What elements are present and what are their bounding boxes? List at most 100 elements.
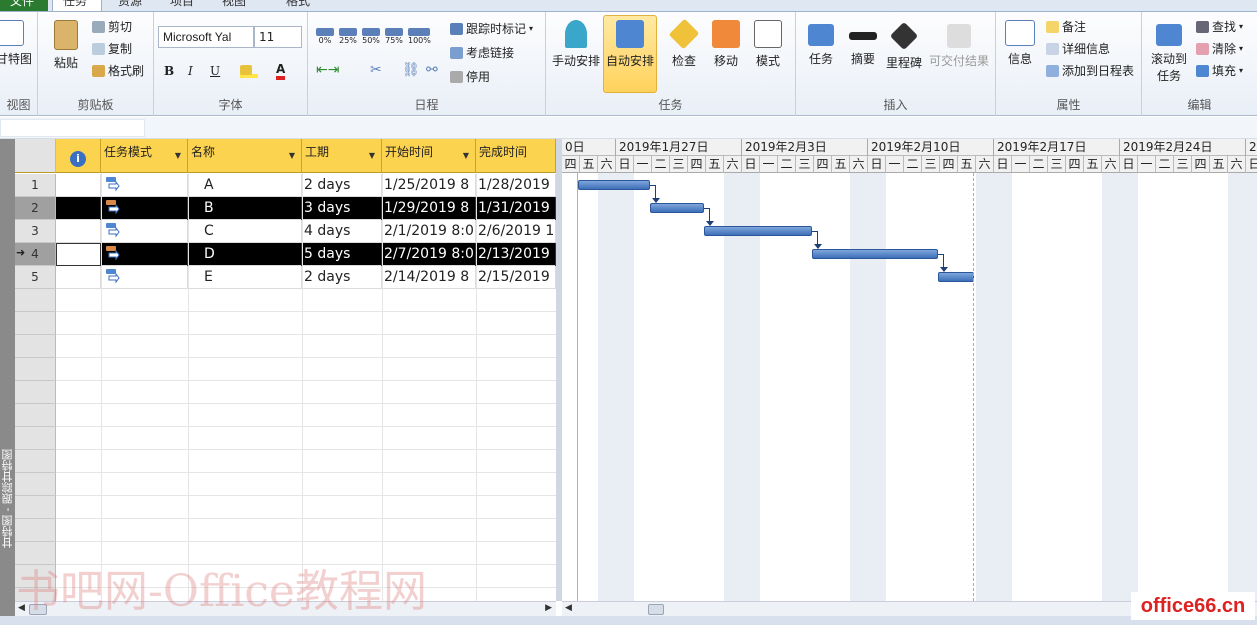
indicator-cell[interactable]: [56, 220, 101, 243]
auto-schedule-button[interactable]: 自动安排: [603, 15, 657, 93]
timescale-day[interactable]: 日: [868, 156, 886, 173]
milestone-button[interactable]: 里程碑: [884, 20, 924, 71]
timescale-day[interactable]: 三: [1048, 156, 1066, 173]
table-row[interactable]: B3 days 1/29/2019 8 1/31/2019: [56, 197, 556, 220]
timescale-day[interactable]: 一: [886, 156, 904, 173]
unlink-icon[interactable]: ⚯: [426, 62, 438, 78]
task-mode-cell[interactable]: [101, 266, 188, 289]
indicator-cell[interactable]: [56, 243, 101, 266]
header-task-mode[interactable]: 任务模式 ▼: [101, 139, 188, 173]
deliverable-button[interactable]: 可交付结果: [928, 20, 990, 69]
gantt-scroll-thumb[interactable]: [648, 604, 664, 615]
header-name[interactable]: 名称 ▼: [188, 139, 302, 173]
mode-button[interactable]: 模式: [750, 20, 786, 69]
move-button[interactable]: 移动: [708, 20, 744, 69]
font-color-button[interactable]: A: [276, 62, 286, 80]
timescale-day[interactable]: 四: [1192, 156, 1210, 173]
manual-schedule-button[interactable]: 手动安排: [550, 20, 602, 69]
highlight-color-button[interactable]: [240, 64, 258, 78]
row-header[interactable]: [15, 312, 56, 335]
cell-name[interactable]: C: [188, 220, 302, 243]
timeline-box[interactable]: [0, 119, 145, 137]
cut-button[interactable]: 剪切: [92, 18, 132, 35]
cell-finish[interactable]: 2/6/2019 1: [476, 220, 556, 243]
cell-duration[interactable]: 4 days: [302, 220, 382, 243]
table-row[interactable]: E2 days 2/14/2019 8 2/15/2019: [56, 266, 556, 289]
inspect-button[interactable]: 检查: [666, 18, 702, 69]
task-mode-cell[interactable]: [101, 220, 188, 243]
timescale-day[interactable]: 六: [1228, 156, 1246, 173]
timescale-week[interactable]: 2019年1月27日: [616, 139, 742, 156]
copy-button[interactable]: 复制: [92, 40, 132, 57]
cell-name[interactable]: B: [188, 197, 302, 220]
font-name-select[interactable]: Microsoft Yal: [158, 26, 254, 48]
timescale-day[interactable]: 五: [1210, 156, 1228, 173]
timescale-day[interactable]: 四: [940, 156, 958, 173]
info-button[interactable]: 信息: [1002, 20, 1038, 67]
timescale-week[interactable]: 2019年2月17日: [994, 139, 1120, 156]
row-header[interactable]: [15, 519, 56, 542]
timescale-day[interactable]: 二: [778, 156, 796, 173]
timescale-day[interactable]: 一: [634, 156, 652, 173]
pct-100-button[interactable]: 100%: [408, 28, 431, 45]
tab-task[interactable]: 任务: [52, 0, 102, 11]
format-painter-button[interactable]: 格式刷: [92, 62, 144, 79]
italic-button[interactable]: I: [188, 64, 193, 78]
timescale-day[interactable]: 六: [1102, 156, 1120, 173]
timescale-day[interactable]: 五: [706, 156, 724, 173]
timescale-day[interactable]: 日: [742, 156, 760, 173]
font-size-select[interactable]: 11: [254, 26, 302, 48]
cell-finish[interactable]: 1/31/2019: [476, 197, 556, 220]
timescale-day[interactable]: 二: [1030, 156, 1048, 173]
timescale-week[interactable]: 2019年2月24日: [1120, 139, 1246, 156]
outdent-icon[interactable]: ⇤⇥: [316, 62, 339, 78]
task-mode-cell[interactable]: [101, 197, 188, 220]
timescale-day[interactable]: 六: [850, 156, 868, 173]
row-header[interactable]: [15, 404, 56, 427]
timescale-day[interactable]: 三: [1174, 156, 1192, 173]
timescale-day[interactable]: 日: [1246, 156, 1257, 173]
cell-start[interactable]: 2/7/2019 8:0: [382, 243, 476, 266]
timescale-day[interactable]: 六: [724, 156, 742, 173]
row-header[interactable]: [15, 335, 56, 358]
timescale-day[interactable]: 一: [1138, 156, 1156, 173]
row-header[interactable]: 2: [15, 197, 56, 220]
gantt-chart-button[interactable]: 甘特图: [0, 20, 36, 67]
dropdown-icon[interactable]: ▼: [463, 151, 469, 160]
timescale-week[interactable]: 0日: [562, 139, 616, 156]
bold-button[interactable]: B: [164, 64, 174, 78]
cell-duration[interactable]: 2 days: [302, 266, 382, 289]
cell-start[interactable]: 2/14/2019 8: [382, 266, 476, 289]
cell-start[interactable]: 1/25/2019 8: [382, 174, 476, 197]
timescale-day[interactable]: 四: [688, 156, 706, 173]
table-row[interactable]: C4 days 2/1/2019 8:0 2/6/2019 1: [56, 220, 556, 243]
select-all-corner[interactable]: [15, 139, 56, 173]
table-row[interactable]: A2 days 1/25/2019 8 1/28/2019: [56, 174, 556, 197]
task-bar[interactable]: [812, 249, 938, 259]
clear-button[interactable]: 清除 ▾: [1196, 40, 1243, 57]
timescale-day[interactable]: 一: [1012, 156, 1030, 173]
task-mode-cell[interactable]: [101, 243, 188, 266]
pct-75-button[interactable]: 75%: [385, 28, 403, 45]
dropdown-icon[interactable]: ▼: [289, 151, 295, 160]
row-header[interactable]: 1: [15, 174, 56, 197]
link-icon[interactable]: ⛓: [402, 62, 420, 78]
timescale-day[interactable]: 四: [814, 156, 832, 173]
tab-view[interactable]: 视图: [212, 0, 256, 11]
timescale-day[interactable]: 三: [922, 156, 940, 173]
row-header[interactable]: [15, 427, 56, 450]
tab-resource[interactable]: 资源: [108, 0, 152, 11]
timescale-week[interactable]: 2019年2月10日: [868, 139, 994, 156]
cell-duration[interactable]: 3 days: [302, 197, 382, 220]
scroll-left-icon[interactable]: ◀: [565, 603, 572, 613]
timescale-day[interactable]: 四: [562, 156, 580, 173]
header-duration[interactable]: 工期 ▼: [302, 139, 382, 173]
timescale-day[interactable]: 二: [904, 156, 922, 173]
timescale-day[interactable]: 四: [1066, 156, 1084, 173]
task-mode-cell[interactable]: [101, 174, 188, 197]
row-header[interactable]: [15, 473, 56, 496]
task-bar[interactable]: [650, 203, 704, 213]
timescale-day[interactable]: 五: [832, 156, 850, 173]
mark-on-track-button[interactable]: 跟踪时标记 ▾: [450, 20, 533, 37]
cell-name[interactable]: E: [188, 266, 302, 289]
